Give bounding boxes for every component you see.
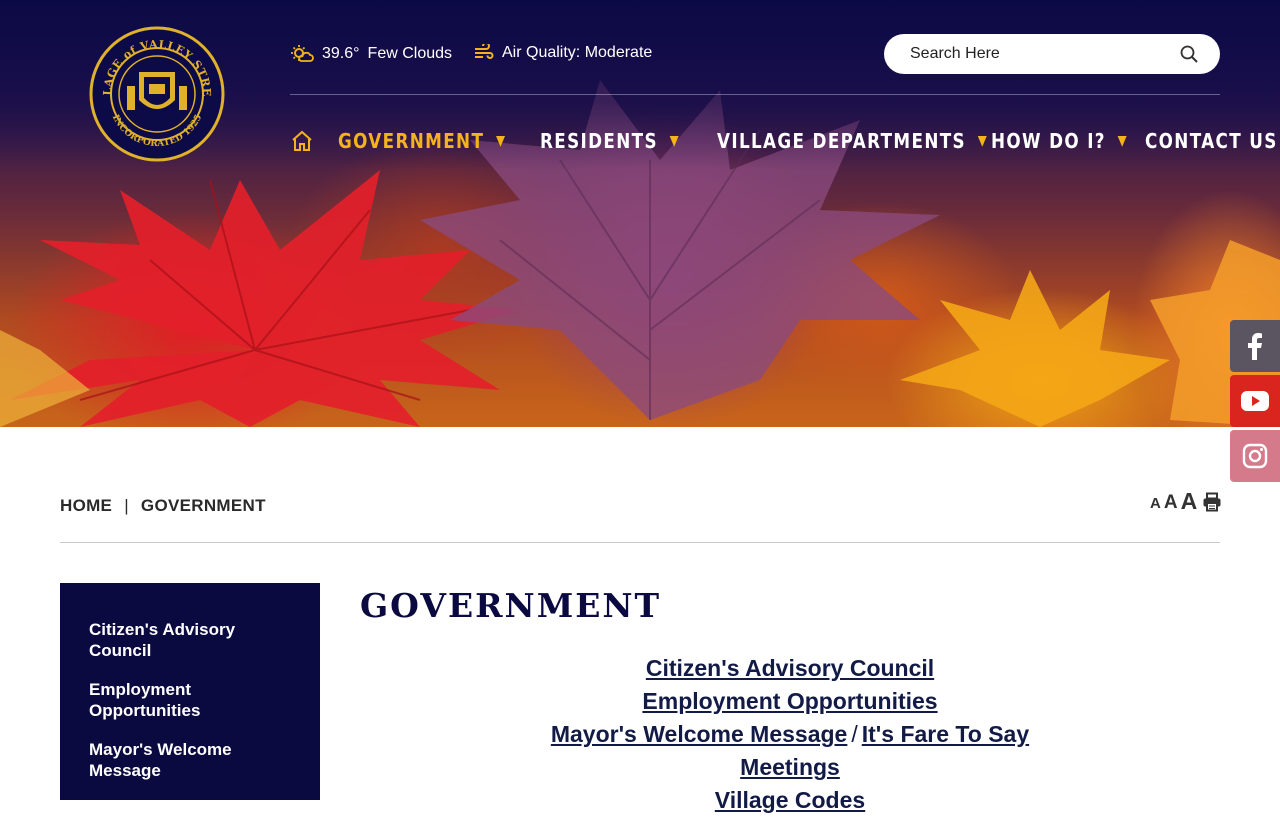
nav-how-do-i-label: HOW DO I? <box>991 129 1106 153</box>
youtube-link[interactable] <box>1230 375 1280 427</box>
link-separator: / <box>851 721 858 747</box>
youtube-icon <box>1241 391 1269 411</box>
text-size-large-button[interactable]: A <box>1181 490 1198 513</box>
sidebar-item-mayors-welcome-message[interactable]: Mayor's Welcome Message <box>89 739 289 781</box>
wind-icon <box>475 44 494 59</box>
link-citizens-advisory-council[interactable]: Citizen's Advisory Council <box>646 655 934 681</box>
chevron-down-icon: ▼ <box>669 133 681 149</box>
sidebar-item-citizens-advisory-council[interactable]: Citizen's Advisory Council <box>89 619 289 661</box>
text-size-small-button[interactable]: A <box>1150 495 1161 512</box>
link-mayors-welcome-message[interactable]: Mayor's Welcome Message <box>551 721 848 747</box>
link-employment-opportunities[interactable]: Employment Opportunities <box>642 688 937 714</box>
village-seal-icon: VILLAGE of VALLEY STREAM INCORPORATED 19… <box>83 16 225 162</box>
nav-village-departments-label: VILLAGE DEPARTMENTS <box>717 129 966 153</box>
village-logo[interactable]: VILLAGE of VALLEY STREAM INCORPORATED 19… <box>83 16 225 162</box>
link-village-codes[interactable]: Village Codes <box>715 787 865 813</box>
text-size-medium-button[interactable]: A <box>1164 493 1178 512</box>
air-quality-label: Air Quality: Moderate <box>502 44 653 61</box>
chevron-down-icon: ▼ <box>977 133 989 149</box>
nav-how-do-i[interactable]: HOW DO I? ▼ <box>991 129 1127 153</box>
nav-contact-us[interactable]: CONTACT US <box>1145 129 1278 153</box>
page-title: GOVERNMENT <box>360 586 662 625</box>
breadcrumb: HOME | GOVERNMENT <box>60 496 266 516</box>
nav-contact-us-label: CONTACT US <box>1145 129 1278 153</box>
sidebar-nav: Citizen's Advisory Council Employment Op… <box>60 583 320 800</box>
main-nav: GOVERNMENT ▼ RESIDENTS ▼ VILLAGE DEPARTM… <box>290 124 1280 158</box>
search-input[interactable] <box>908 44 1162 64</box>
facebook-link[interactable] <box>1230 320 1280 372</box>
link-its-fare-to-say[interactable]: It's Fare To Say <box>862 721 1029 747</box>
search-box <box>884 34 1220 74</box>
chevron-down-icon: ▼ <box>496 133 507 149</box>
print-icon[interactable] <box>1202 492 1222 512</box>
instagram-link[interactable] <box>1230 430 1280 482</box>
nav-residents[interactable]: RESIDENTS ▼ <box>540 129 679 153</box>
text-size-tools: A A A <box>1150 490 1222 513</box>
nav-village-departments[interactable]: VILLAGE DEPARTMENTS ▼ <box>717 129 987 153</box>
chevron-down-icon: ▼ <box>1117 133 1129 149</box>
nav-government[interactable]: GOVERNMENT ▼ <box>338 129 505 153</box>
breadcrumb-divider <box>60 542 1220 543</box>
sidebar-item-employment-opportunities[interactable]: Employment Opportunities <box>89 679 289 721</box>
weather-widget: 39.6° Few Clouds <box>290 44 452 64</box>
government-links: Citizen's Advisory Council Employment Op… <box>360 652 1220 817</box>
nav-government-label: GOVERNMENT <box>338 129 485 153</box>
breadcrumb-separator: | <box>124 496 129 515</box>
instagram-icon <box>1242 443 1268 469</box>
facebook-icon <box>1248 333 1262 360</box>
link-meetings[interactable]: Meetings <box>740 754 840 780</box>
home-icon[interactable] <box>290 129 314 153</box>
nav-residents-label: RESIDENTS <box>540 129 658 153</box>
weather-condition: Few Clouds <box>367 45 453 62</box>
search-icon[interactable] <box>1180 45 1198 63</box>
breadcrumb-current: GOVERNMENT <box>140 496 266 515</box>
air-quality-widget: Air Quality: Moderate <box>474 44 652 62</box>
partly-cloudy-icon <box>291 45 314 62</box>
header-divider <box>290 94 1220 95</box>
weather-temperature: 39.6° <box>322 45 360 62</box>
breadcrumb-home[interactable]: HOME <box>60 496 112 516</box>
